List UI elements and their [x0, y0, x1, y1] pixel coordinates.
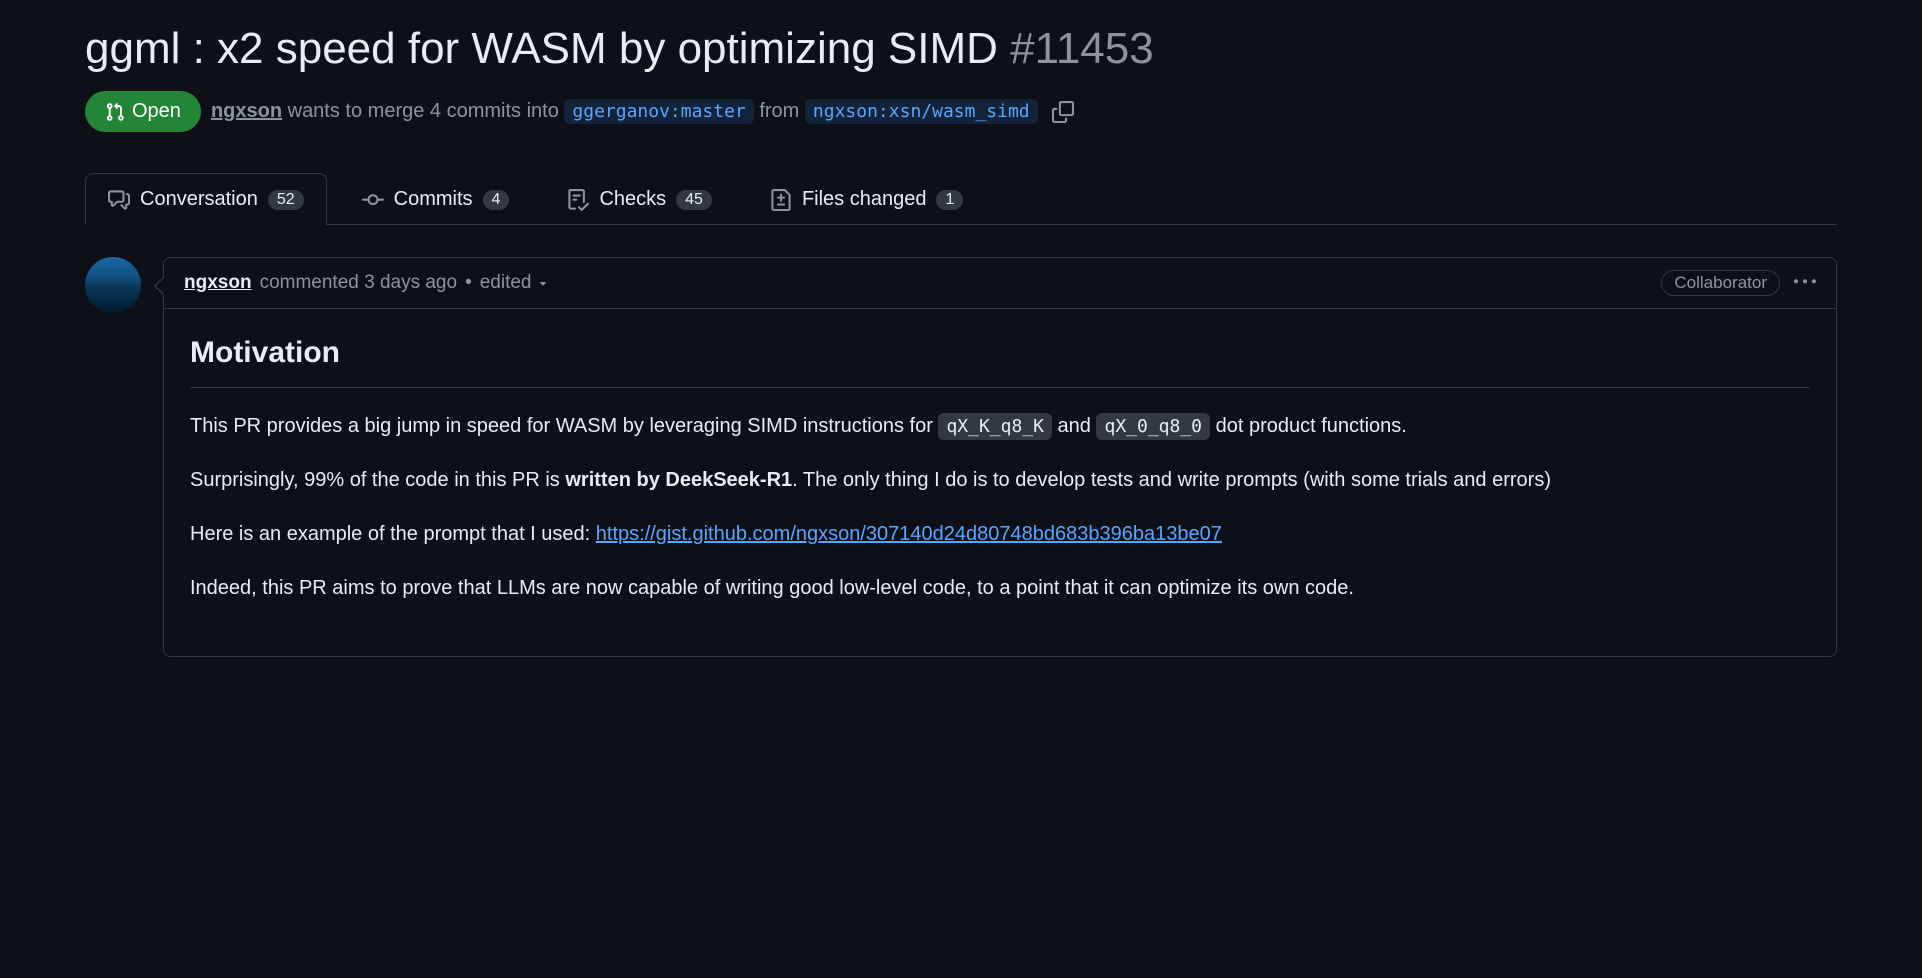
dot-separator: • [465, 272, 472, 294]
pr-number: #11453 [1010, 24, 1154, 73]
tab-checks[interactable]: Checks 45 [544, 173, 735, 225]
paragraph: Here is an example of the prompt that I … [190, 518, 1810, 550]
inline-code: qX_K_q8_K [938, 413, 1052, 440]
pr-title: ggml : x2 speed for WASM by optimizing S… [85, 20, 1837, 77]
tab-conversation[interactable]: Conversation 52 [85, 173, 327, 225]
gist-link[interactable]: https://gist.github.com/ngxson/307140d24… [596, 523, 1222, 545]
paragraph: Indeed, this PR aims to prove that LLMs … [190, 572, 1810, 604]
pr-author-link[interactable]: ngxson [211, 100, 282, 122]
tab-count: 52 [268, 190, 304, 210]
comment-author-link[interactable]: ngxson [184, 272, 252, 294]
pr-state-label: Open [132, 100, 181, 123]
tab-label: Conversation [140, 188, 258, 211]
bold-text: written by DeekSeek-R1 [565, 469, 792, 491]
pr-tabs: Conversation 52 Commits 4 Checks 45 File… [85, 172, 1837, 225]
copy-branch-button[interactable] [1048, 97, 1078, 127]
role-badge: Collaborator [1661, 270, 1780, 296]
checklist-icon [567, 189, 589, 211]
tab-count: 45 [676, 190, 712, 210]
copy-icon [1052, 101, 1074, 123]
avatar[interactable] [85, 257, 141, 313]
triangle-down-icon [536, 276, 550, 290]
paragraph: This PR provides a big jump in speed for… [190, 410, 1810, 442]
tab-commits[interactable]: Commits 4 [339, 173, 533, 225]
section-heading: Motivation [190, 329, 1810, 388]
pr-state-badge: Open [85, 91, 201, 132]
comment-discussion-icon [108, 189, 130, 211]
file-diff-icon [770, 189, 792, 211]
base-branch-chip[interactable]: ggerganov:master [564, 99, 753, 124]
tab-label: Checks [599, 188, 666, 211]
edited-indicator[interactable]: edited [480, 272, 550, 294]
git-pull-request-icon [105, 102, 125, 122]
paragraph: Surprisingly, 99% of the code in this PR… [190, 464, 1810, 496]
head-branch-chip[interactable]: ngxson:xsn/wasm_simd [805, 99, 1038, 124]
comment-body: Motivation This PR provides a big jump i… [164, 309, 1836, 656]
tab-label: Files changed [802, 188, 927, 211]
tab-files-changed[interactable]: Files changed 1 [747, 173, 986, 225]
tab-label: Commits [394, 188, 473, 211]
git-commit-icon [362, 189, 384, 211]
comment-box: ngxson commented 3 days ago • edited Col… [163, 257, 1837, 657]
tab-count: 1 [936, 190, 963, 210]
comment-timestamp[interactable]: commented 3 days ago [260, 272, 458, 294]
tab-count: 4 [483, 190, 510, 210]
inline-code: qX_0_q8_0 [1096, 413, 1210, 440]
comment-menu-button[interactable] [1794, 271, 1816, 296]
pr-merge-meta: ngxson wants to merge 4 commits into gge… [211, 100, 1038, 123]
kebab-horizontal-icon [1794, 271, 1816, 293]
pr-title-text: ggml : x2 speed for WASM by optimizing S… [85, 24, 998, 73]
